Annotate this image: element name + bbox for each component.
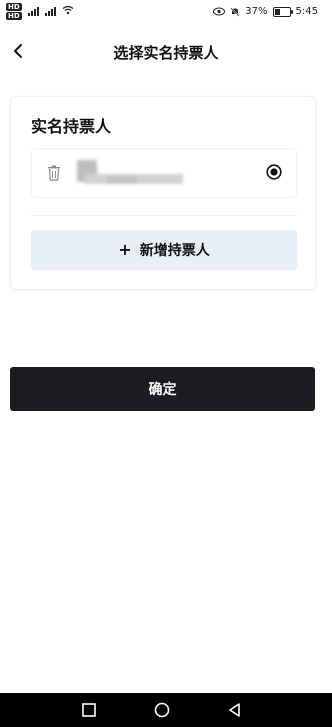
card-title: 实名持票人	[31, 117, 112, 136]
triangle-back-icon[interactable]	[226, 701, 244, 719]
status-left: HD HD	[6, 3, 74, 20]
radio-checked-icon[interactable]	[266, 164, 282, 180]
holder-name-blurred	[77, 160, 183, 188]
hd-badge: HD	[6, 12, 22, 20]
ticket-holders-card: 实名持票人 + 新增持票人	[10, 96, 316, 290]
plus-icon: +	[118, 240, 132, 259]
add-holder-button[interactable]: + 新增持票人	[31, 230, 297, 270]
status-bar: HD HD 37% 5:45	[0, 0, 332, 24]
square-icon[interactable]	[80, 701, 98, 719]
holder-row[interactable]	[31, 148, 297, 198]
confirm-label: 确定	[148, 382, 177, 398]
trash-icon[interactable]	[47, 165, 61, 181]
signal-icon	[44, 6, 56, 16]
divider	[31, 215, 297, 216]
hd-badges: HD HD	[6, 3, 22, 20]
nav-header: 选择实名持票人	[0, 36, 332, 68]
battery-percent: 37%	[245, 6, 268, 17]
status-time: 5:45	[295, 6, 318, 17]
battery-level	[274, 8, 280, 15]
add-holder-label: 新增持票人	[139, 243, 210, 259]
battery-icon	[272, 6, 293, 17]
confirm-button[interactable]: 确定	[10, 367, 315, 411]
mute-bell-icon	[230, 6, 240, 17]
page-title: 选择实名持票人	[113, 44, 219, 62]
signal-icon	[27, 6, 39, 16]
wifi-icon	[62, 5, 74, 15]
system-nav-bar	[0, 693, 332, 727]
hd-badge: HD	[6, 3, 22, 11]
status-right: 37% 5:45	[213, 6, 318, 17]
eye-icon	[213, 7, 226, 16]
circle-icon[interactable]	[153, 701, 171, 719]
